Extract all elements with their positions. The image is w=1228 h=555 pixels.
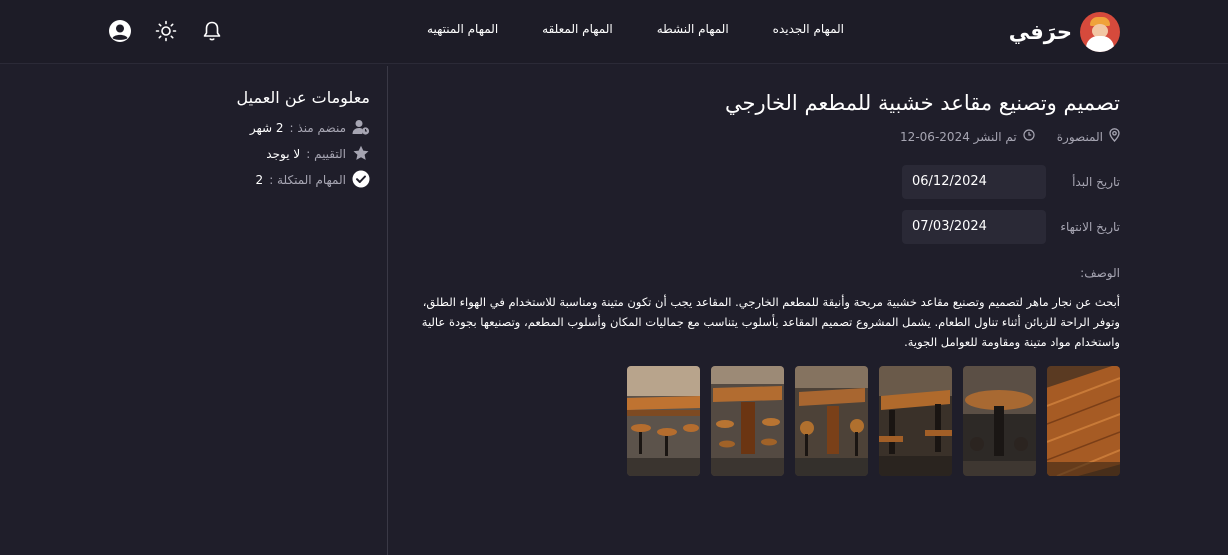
- craftsman-logo: [1080, 12, 1120, 52]
- client-completed-label: المهام المتكلة :: [269, 173, 346, 187]
- star-icon: [352, 145, 370, 164]
- client-rating-label: التقييم :: [306, 147, 346, 161]
- task-location-text: المنصورة: [1056, 129, 1103, 144]
- end-date-row: تاريخ الانتهاء 07/03/2024: [400, 210, 1120, 244]
- end-date-label: تاريخ الانتهاء: [1060, 220, 1120, 234]
- brand[interactable]: حرَفي: [1009, 10, 1120, 54]
- gallery-image[interactable]: [627, 366, 700, 476]
- task-meta: المنصورة تم النشر 2024-06-12: [400, 128, 1120, 145]
- check-circle-icon: [352, 170, 370, 191]
- nav-pending-tasks[interactable]: المهام المعلقه: [542, 22, 613, 36]
- nav-finished-tasks[interactable]: المهام المنتهيه: [427, 22, 498, 36]
- task-details: تصميم وتصنيع مقاعد خشبية للمطعم الخارجي …: [400, 86, 1120, 476]
- client-info-panel: معلومات عن العميل منضم منذ : 2 شهر التقي…: [200, 88, 370, 193]
- user-clock-icon: [352, 119, 370, 138]
- user-circle-icon[interactable]: [108, 19, 132, 43]
- end-date-field[interactable]: 07/03/2024: [902, 210, 1046, 244]
- clock-icon: [1023, 129, 1035, 144]
- task-published: تم النشر 2024-06-12: [900, 129, 1035, 144]
- bell-icon[interactable]: [200, 19, 224, 43]
- gallery-image[interactable]: [711, 366, 784, 476]
- task-title: تصميم وتصنيع مقاعد خشبية للمطعم الخارجي: [724, 91, 1120, 115]
- task-published-text: تم النشر 2024-06-12: [900, 129, 1017, 144]
- task-image-gallery: [400, 366, 1120, 476]
- brand-name: حرَفي: [1008, 20, 1072, 44]
- content-divider: [387, 66, 388, 555]
- sun-icon[interactable]: [154, 19, 178, 43]
- client-joined-row: منضم منذ : 2 شهر: [200, 115, 370, 141]
- task-location: المنصورة: [1057, 128, 1120, 145]
- header-actions: [108, 19, 224, 43]
- start-date-field[interactable]: 06/12/2024: [902, 165, 1046, 199]
- top-navbar: حرَفي المهام الجديده المهام النشطه المها…: [0, 0, 1228, 64]
- gallery-image[interactable]: [963, 366, 1036, 476]
- task-description: أبحث عن نجار ماهر لتصميم وتصنيع مقاعد خش…: [421, 295, 1120, 349]
- location-pin-icon: [1109, 128, 1120, 145]
- start-date-label: تاريخ البدأ: [1072, 175, 1120, 189]
- client-rating-value: لا يوجد: [266, 147, 301, 161]
- description-label: الوصف:: [1080, 266, 1120, 280]
- client-rating-row: التقييم : لا يوجد: [200, 141, 370, 167]
- start-date-row: تاريخ البدأ 06/12/2024: [400, 165, 1120, 199]
- client-joined-label: منضم منذ :: [289, 121, 346, 135]
- client-info-title: معلومات عن العميل: [236, 88, 371, 107]
- gallery-image[interactable]: [1047, 366, 1120, 476]
- client-completed-value: 2: [255, 173, 264, 187]
- main-nav: المهام الجديده المهام النشطه المهام المع…: [427, 22, 844, 36]
- client-completed-row: المهام المتكلة : 2: [200, 167, 370, 193]
- nav-active-tasks[interactable]: المهام النشطه: [657, 22, 729, 36]
- gallery-image[interactable]: [879, 366, 952, 476]
- client-joined-value: 2 شهر: [249, 121, 284, 135]
- gallery-image[interactable]: [795, 366, 868, 476]
- nav-new-tasks[interactable]: المهام الجديده: [773, 22, 844, 36]
